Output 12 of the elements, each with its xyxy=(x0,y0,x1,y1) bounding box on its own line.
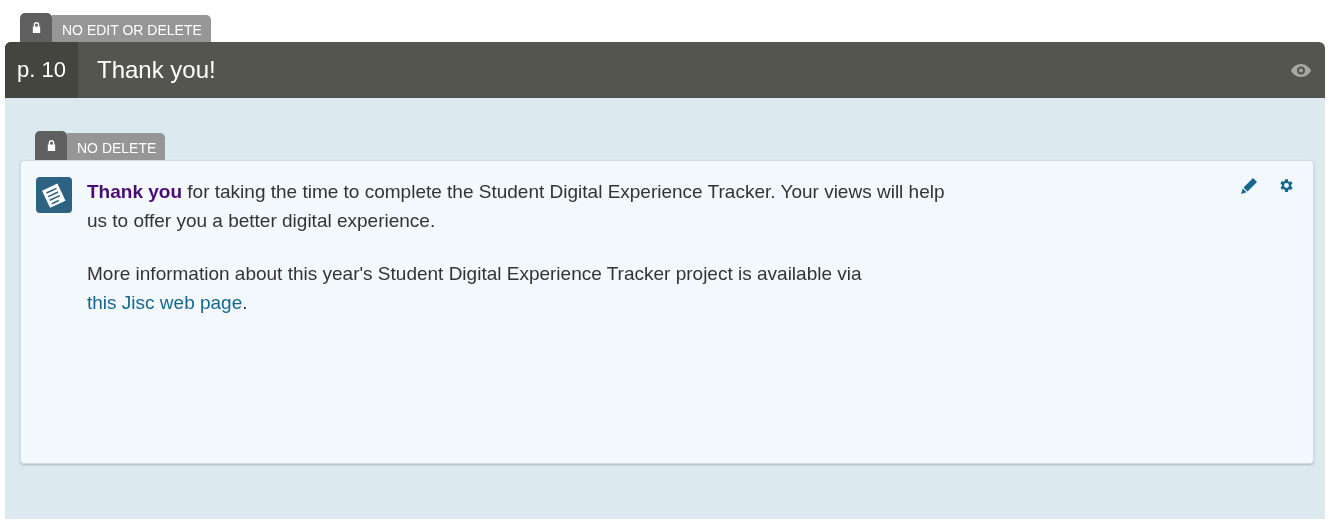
lock-label: NO DELETE xyxy=(67,133,166,160)
page-number: p. 10 xyxy=(5,42,78,98)
page-title: Thank you! xyxy=(96,55,217,85)
web-page-link[interactable]: this Jisc web page xyxy=(87,292,243,313)
pencil-icon[interactable] xyxy=(1241,177,1258,194)
paragraph: More information about this year's Student Digital Experience Tracker project is available via this Jisc web page. xyxy=(87,262,863,315)
lock-icon xyxy=(20,13,52,42)
eye-icon[interactable] xyxy=(1291,63,1311,77)
paragraph: Thank you for taking the time to complete the Student Digital Experience Tracker. Your views will help us to offer you a better digital experience. xyxy=(87,180,946,233)
settings-icon[interactable] xyxy=(1278,177,1295,194)
note-icon xyxy=(36,177,72,213)
lock-label: NO EDIT OR DELETE xyxy=(52,15,211,42)
